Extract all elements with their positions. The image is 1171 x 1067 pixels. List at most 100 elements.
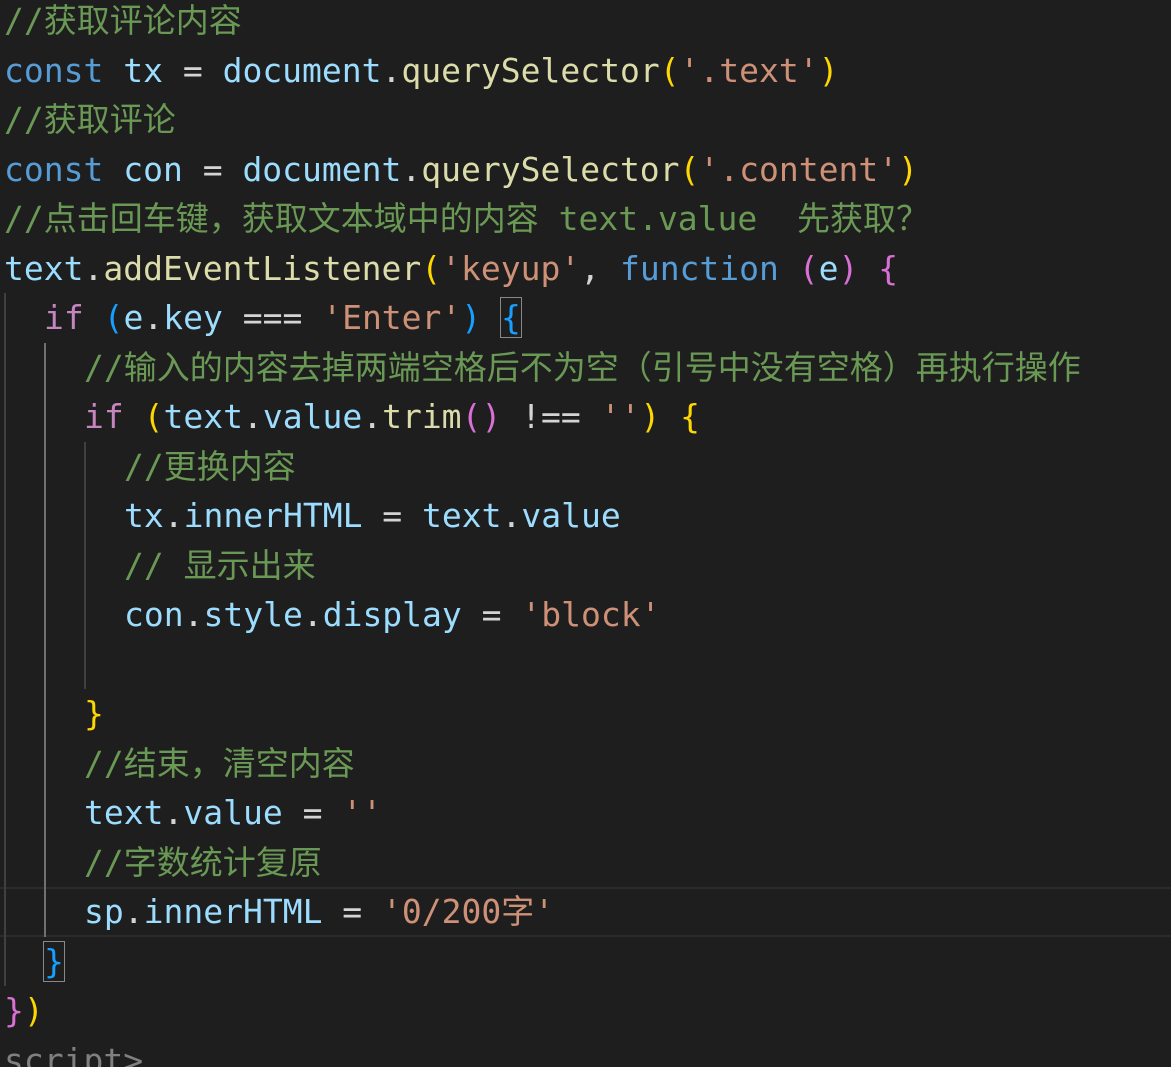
code-comment: //更换内容 <box>124 446 296 486</box>
code-line[interactable]: con.style.display = 'block' <box>0 590 1171 640</box>
code-token: ( <box>143 397 164 436</box>
indent-guide <box>44 342 46 937</box>
code-comment: //获取评论 <box>4 100 176 139</box>
code-line[interactable]: if (text.value.trim() !== '') { <box>0 392 1171 442</box>
code-token: style <box>203 595 303 634</box>
code-line[interactable]: text.addEventListener('keyup', function … <box>0 244 1171 294</box>
code-token: . <box>163 793 184 832</box>
code-token: value <box>521 496 621 535</box>
code-line[interactable]: } <box>0 689 1171 739</box>
code-token: . <box>163 496 184 535</box>
code-line[interactable]: //点击回车键，获取文本域中的内容 text.value 先获取？ <box>0 194 1171 244</box>
code-token: 'block' <box>521 595 661 634</box>
code-token: = <box>322 892 383 931</box>
code-line[interactable]: }) <box>0 986 1171 1036</box>
code-token: '.content' <box>699 149 899 189</box>
code-token: = <box>461 595 522 634</box>
code-token: === <box>222 298 323 337</box>
code-token: function <box>619 248 779 288</box>
code-token: } <box>84 694 104 733</box>
code-line[interactable]: tx.innerHTML = text.value <box>0 491 1171 541</box>
code-line[interactable] <box>0 640 1171 690</box>
code-token: con <box>123 149 183 189</box>
code-token: querySelector <box>401 50 660 90</box>
code-token: = <box>162 50 223 90</box>
code-line[interactable]: //获取评论 <box>0 95 1171 145</box>
code-token: { <box>878 248 899 288</box>
code-token: ( <box>461 397 482 436</box>
code-line[interactable]: script> <box>0 1036 1171 1067</box>
indent-guide <box>4 293 6 986</box>
code-token: ( <box>679 149 700 189</box>
code-token: const <box>4 50 104 90</box>
code-token: document <box>242 149 402 189</box>
code-line[interactable]: const con = document.querySelector('.con… <box>0 145 1171 195</box>
code-line[interactable]: //输入的内容去掉两端空格后不为空（引号中没有空格）再执行操作 <box>0 343 1171 393</box>
code-comment: //结束，清空内容 <box>84 743 355 783</box>
code-token: trim <box>382 397 462 436</box>
code-token: text <box>4 248 84 288</box>
code-token: '' <box>342 793 383 832</box>
code-line[interactable]: text.value = '' <box>0 788 1171 838</box>
code-token: . <box>401 149 422 189</box>
code-token: text <box>84 793 164 832</box>
code-token: if <box>44 298 84 337</box>
code-token: sp <box>84 892 124 931</box>
code-token: document <box>222 50 382 90</box>
code-line[interactable]: //结束，清空内容 <box>0 739 1171 789</box>
code-token: tx <box>124 496 164 535</box>
code-token: text <box>163 397 243 436</box>
code-token: key <box>163 298 223 337</box>
code-token: . <box>302 595 323 634</box>
code-token: { <box>500 297 522 338</box>
code-token: = <box>282 793 343 832</box>
code-line[interactable]: //字数统计复原 <box>0 838 1171 888</box>
code-token: . <box>242 397 263 436</box>
code-token: . <box>362 397 383 436</box>
code-line[interactable]: // 显示出来 <box>0 541 1171 591</box>
code-token: ) <box>838 248 859 288</box>
code-token: . <box>381 50 402 90</box>
code-token: addEventListener <box>103 248 422 288</box>
code-token: 'keyup' <box>441 248 581 288</box>
code-token: . <box>143 298 164 337</box>
code-token: !== <box>501 397 601 436</box>
code-comment: // 显示出来 <box>124 545 316 585</box>
code-token: . <box>123 892 144 931</box>
code-token: ) <box>818 50 839 90</box>
code-token: value <box>262 397 363 436</box>
code-token: . <box>501 496 522 535</box>
code-token: ) <box>461 298 482 337</box>
code-token: ( <box>103 298 124 337</box>
code-editor[interactable]: //获取评论内容 const tx = document.querySelecto… <box>0 0 1171 1067</box>
code-line[interactable]: } <box>0 937 1171 987</box>
code-token: ( <box>798 248 819 288</box>
code-line[interactable]: sp.innerHTML = '0/200字' <box>0 887 1171 937</box>
code-token: { <box>680 397 701 436</box>
code-token: } <box>43 940 65 982</box>
code-token: > <box>123 1040 144 1067</box>
code-token: innerHTML <box>143 892 323 931</box>
code-line[interactable]: if (e.key === 'Enter') { <box>0 293 1171 343</box>
code-line[interactable]: //更换内容 <box>0 442 1171 492</box>
code-line[interactable]: //获取评论内容 <box>0 0 1171 46</box>
code-token: = <box>182 149 243 189</box>
code-token: } <box>4 991 24 1030</box>
code-comment: //字数统计复原 <box>84 842 322 882</box>
code-comment: //点击回车键，获取文本域中的内容 text.value 先获取？ <box>4 199 930 238</box>
code-token: '' <box>600 397 641 436</box>
code-token: ) <box>23 991 44 1030</box>
code-token: 'Enter' <box>322 298 462 337</box>
code-line[interactable]: const tx = document.querySelector('.text… <box>0 46 1171 96</box>
code-token: value <box>183 793 283 832</box>
code-token: ) <box>640 397 661 436</box>
code-token: text <box>422 496 502 535</box>
code-token: ) <box>898 149 918 189</box>
